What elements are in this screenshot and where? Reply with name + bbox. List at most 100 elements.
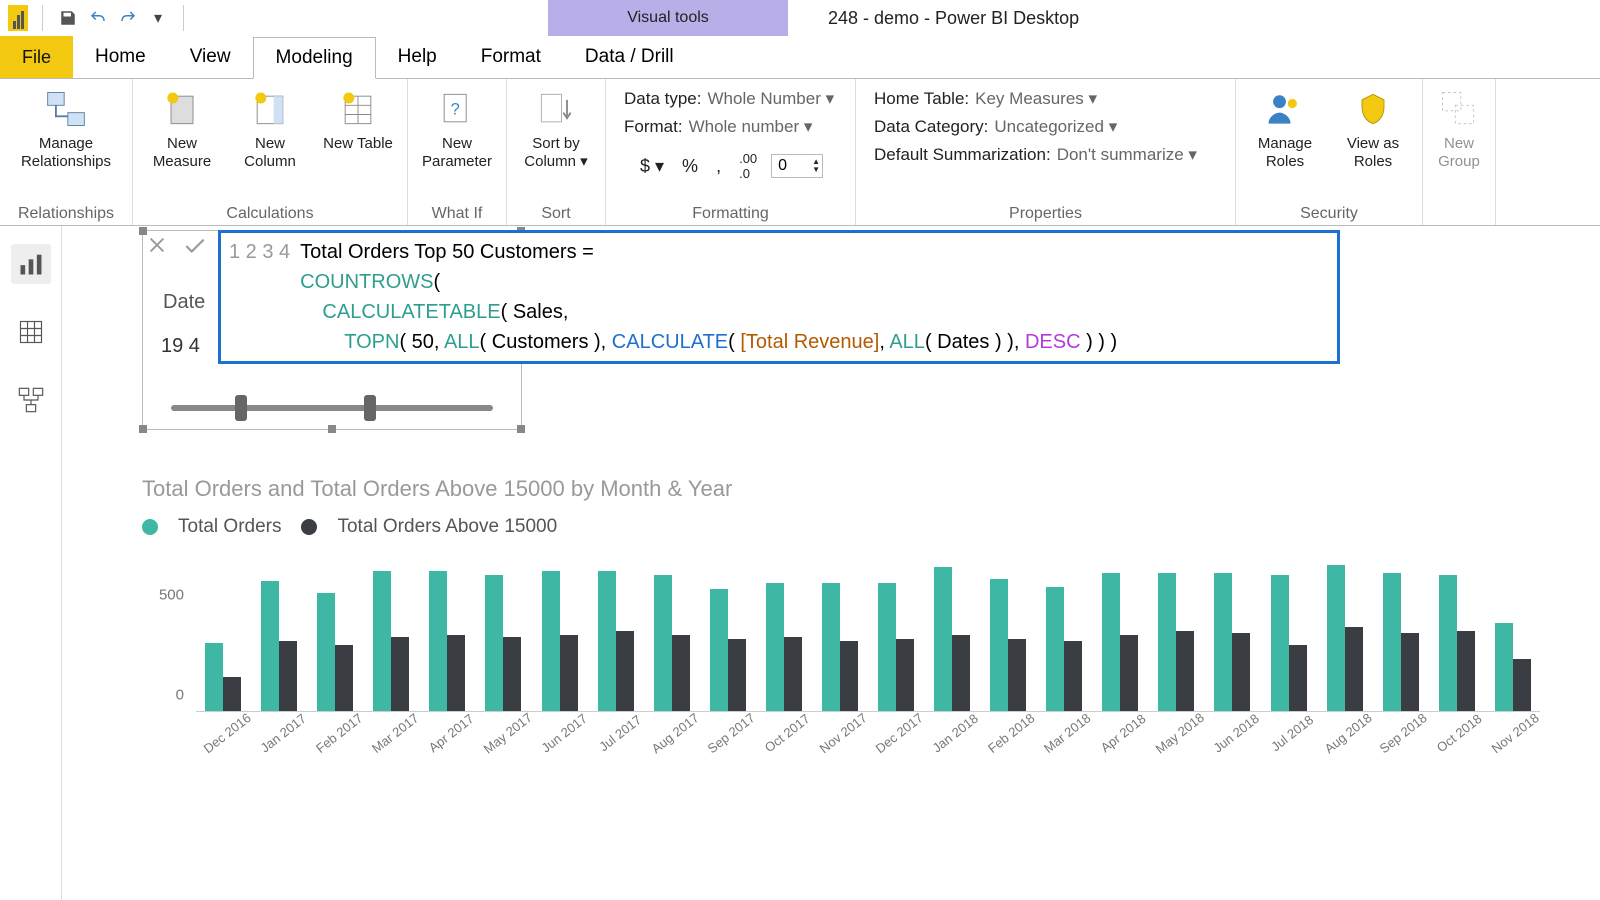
tab-data-drill[interactable]: Data / Drill xyxy=(563,36,696,78)
bar[interactable] xyxy=(447,635,465,711)
bar[interactable] xyxy=(878,583,896,711)
tab-file[interactable]: File xyxy=(0,36,73,78)
slider-handle-start[interactable] xyxy=(235,395,247,421)
x-tick-label: Jul 2018 xyxy=(1265,710,1318,756)
tab-help[interactable]: Help xyxy=(376,36,459,78)
slider-handle-end[interactable] xyxy=(364,395,376,421)
summarization-dropdown[interactable]: Don't summarize ▾ xyxy=(1057,145,1197,165)
bar[interactable] xyxy=(1495,623,1513,711)
bar[interactable] xyxy=(1439,575,1457,711)
bar[interactable] xyxy=(896,639,914,711)
bar[interactable] xyxy=(1214,573,1232,711)
bar[interactable] xyxy=(840,641,858,711)
relationships-icon xyxy=(44,87,88,131)
manage-relationships-button[interactable]: Manage Relationships xyxy=(6,83,126,175)
table-icon xyxy=(336,87,380,131)
data-type-dropdown[interactable]: Whole Number ▾ xyxy=(708,89,835,109)
bar[interactable] xyxy=(728,639,746,711)
bar[interactable] xyxy=(1120,635,1138,711)
data-view-button[interactable] xyxy=(11,312,51,352)
bar[interactable] xyxy=(1327,565,1345,711)
formula-commit-button[interactable] xyxy=(180,230,210,260)
thousands-button[interactable]: , xyxy=(712,154,725,179)
format-dropdown[interactable]: Whole number ▾ xyxy=(689,117,813,137)
bar[interactable] xyxy=(1345,627,1363,711)
bar[interactable] xyxy=(710,589,728,711)
contextual-tab-visual-tools[interactable]: Visual tools xyxy=(548,0,788,36)
view-as-roles-button[interactable]: View as Roles xyxy=(1330,83,1416,175)
bar[interactable] xyxy=(1102,573,1120,711)
new-table-button[interactable]: New Table xyxy=(315,83,401,157)
new-group-button[interactable]: New Group xyxy=(1429,83,1489,175)
bar[interactable] xyxy=(1289,645,1307,711)
redo-icon[interactable] xyxy=(117,7,139,29)
bar[interactable] xyxy=(1383,573,1401,711)
decimals-stepper[interactable]: ▲▼ xyxy=(771,154,823,178)
chart-visual[interactable]: Total Orders and Total Orders Above 1500… xyxy=(142,476,1540,752)
bar[interactable] xyxy=(654,575,672,711)
new-column-button[interactable]: New Column xyxy=(227,83,313,175)
bar[interactable] xyxy=(952,635,970,711)
bar[interactable] xyxy=(1457,631,1475,711)
group-calculations: New Measure New Column New Table Calcula… xyxy=(133,79,408,225)
qat-customize-icon[interactable]: ▾ xyxy=(147,7,169,29)
currency-button[interactable]: $ ▾ xyxy=(636,154,668,179)
slider-track[interactable] xyxy=(171,405,493,411)
bar[interactable] xyxy=(503,637,521,711)
decimals-input[interactable] xyxy=(778,157,808,175)
report-view-button[interactable] xyxy=(11,244,51,284)
bar[interactable] xyxy=(1046,587,1064,711)
bar[interactable] xyxy=(391,637,409,711)
legend-label-1: Total Orders xyxy=(178,516,281,538)
bar[interactable] xyxy=(261,581,279,711)
tab-modeling[interactable]: Modeling xyxy=(253,37,376,79)
bar[interactable] xyxy=(429,571,447,711)
spin-down-icon[interactable]: ▼ xyxy=(812,166,820,174)
save-icon[interactable] xyxy=(57,7,79,29)
bar[interactable] xyxy=(279,641,297,711)
tab-view[interactable]: View xyxy=(168,36,253,78)
data-category-dropdown[interactable]: Uncategorized ▾ xyxy=(994,117,1117,137)
bar[interactable] xyxy=(1513,659,1531,711)
bar[interactable] xyxy=(485,575,503,711)
bar[interactable] xyxy=(1176,631,1194,711)
percent-button[interactable]: % xyxy=(678,154,702,179)
x-tick-label: Jul 2017 xyxy=(593,710,646,756)
bar[interactable] xyxy=(672,635,690,711)
bar[interactable] xyxy=(560,635,578,711)
bar[interactable] xyxy=(1401,633,1419,711)
tab-format[interactable]: Format xyxy=(459,36,563,78)
formula-editor[interactable]: 1 2 3 4 Total Orders Top 50 Customers = … xyxy=(218,230,1340,364)
bar[interactable] xyxy=(598,571,616,711)
model-view-button[interactable] xyxy=(11,380,51,420)
manage-roles-button[interactable]: Manage Roles xyxy=(1242,83,1328,175)
x-tick-label: May 2018 xyxy=(1152,710,1206,757)
bar[interactable] xyxy=(766,583,784,711)
bar[interactable] xyxy=(317,593,335,711)
bar[interactable] xyxy=(542,571,560,711)
new-parameter-button[interactable]: ? New Parameter xyxy=(414,83,500,175)
bar[interactable] xyxy=(822,583,840,711)
bar[interactable] xyxy=(1271,575,1289,711)
bar[interactable] xyxy=(1232,633,1250,711)
bar[interactable] xyxy=(990,579,1008,711)
bar[interactable] xyxy=(335,645,353,711)
bar[interactable] xyxy=(1158,573,1176,711)
decimal-icon[interactable]: .00.0 xyxy=(735,149,761,183)
formula-cancel-button[interactable] xyxy=(142,230,172,260)
bar[interactable] xyxy=(616,631,634,711)
bar[interactable] xyxy=(1008,639,1026,711)
bar[interactable] xyxy=(205,643,223,711)
tab-home[interactable]: Home xyxy=(73,36,168,78)
new-measure-button[interactable]: New Measure xyxy=(139,83,225,175)
report-canvas[interactable]: Date 19 4 1 2 3 4 Total Orders Top 50 Cu… xyxy=(62,226,1600,900)
dax-code[interactable]: Total Orders Top 50 Customers = COUNTROW… xyxy=(300,237,1117,357)
bar[interactable] xyxy=(373,571,391,711)
bar[interactable] xyxy=(223,677,241,711)
home-table-dropdown[interactable]: Key Measures ▾ xyxy=(975,89,1097,109)
undo-icon[interactable] xyxy=(87,7,109,29)
bar[interactable] xyxy=(934,567,952,711)
bar[interactable] xyxy=(784,637,802,711)
sort-by-column-button[interactable]: Sort by Column ▾ xyxy=(513,83,599,175)
bar[interactable] xyxy=(1064,641,1082,711)
